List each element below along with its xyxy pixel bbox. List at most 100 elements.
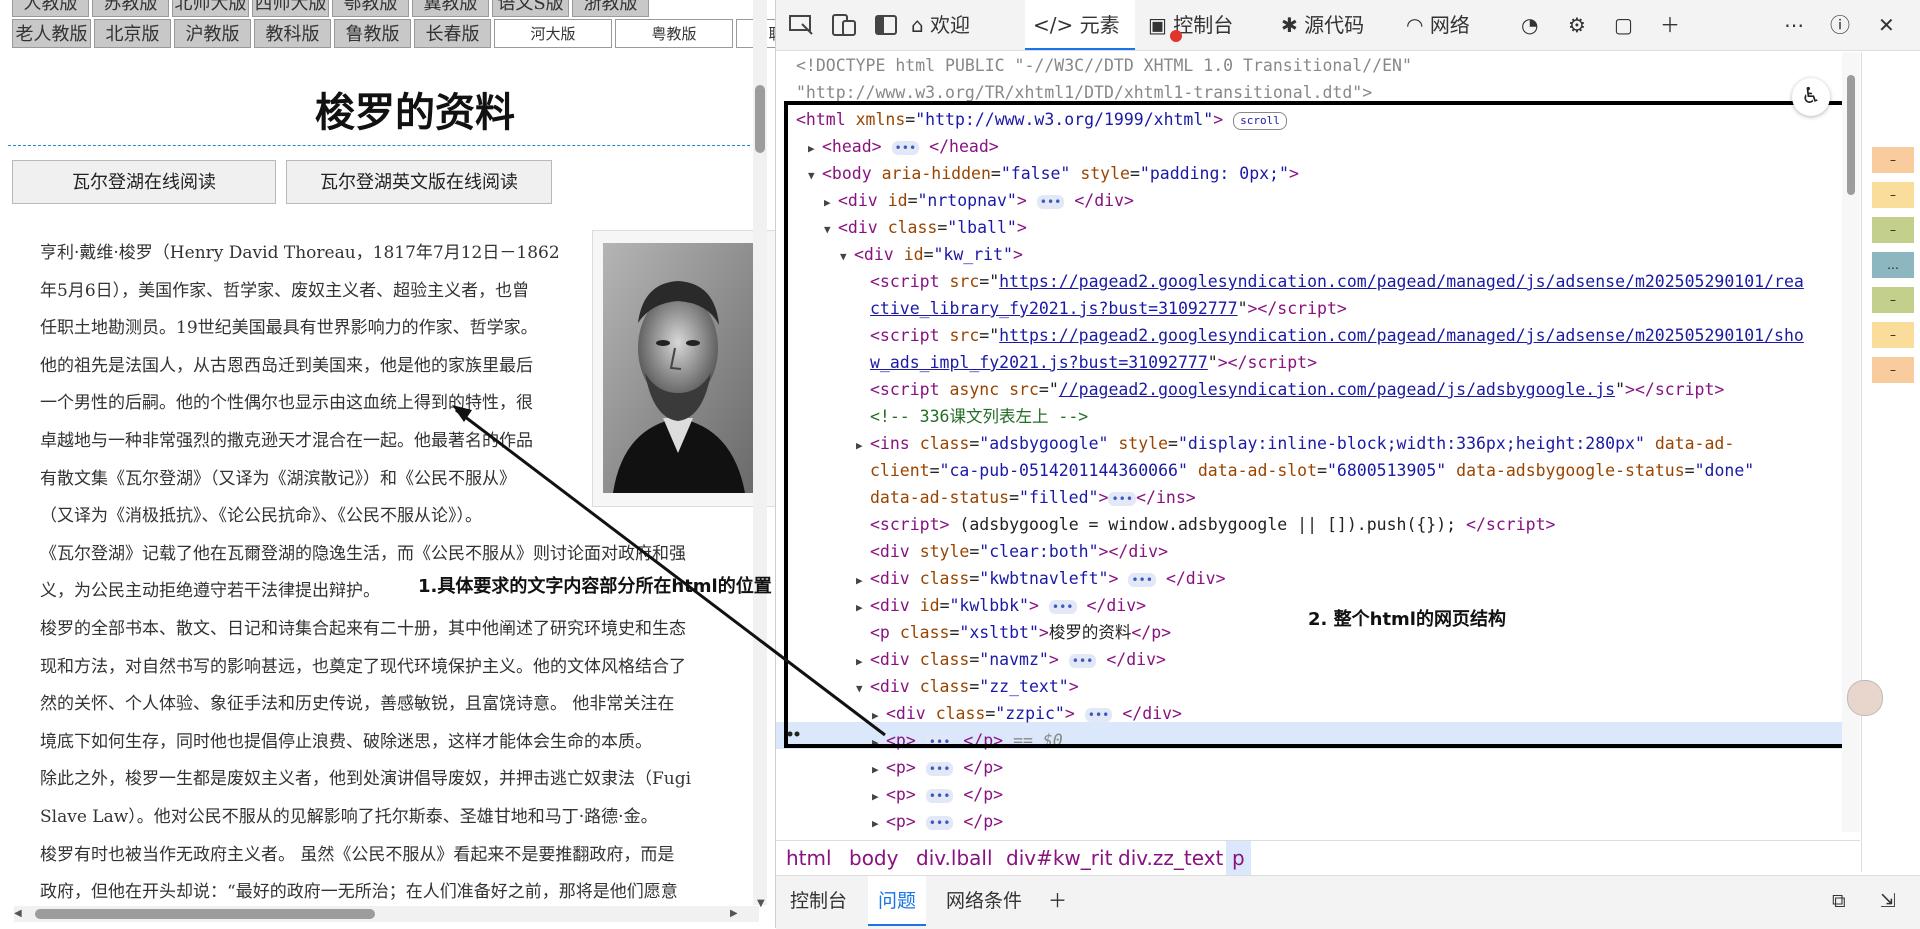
nav-link[interactable]: 河大版	[494, 19, 612, 48]
nav-link[interactable]: 人教版	[12, 0, 89, 17]
dom-node-script[interactable]: <script async src="//pagead2.googlesyndi…	[796, 376, 1846, 403]
ellipsis-icon[interactable]: •••	[925, 761, 954, 776]
tab-network[interactable]: ◠ 网络	[1406, 0, 1506, 50]
script-link[interactable]: https://pagead2.googlesyndication.com/pa…	[999, 326, 1804, 345]
drawer-tab-issues[interactable]: 问题	[868, 876, 927, 926]
ellipsis-icon[interactable]: •••	[1048, 599, 1077, 614]
tab-welcome[interactable]: ⌂ 欢迎	[911, 0, 1021, 50]
nav-link[interactable]: 教科版	[254, 19, 331, 48]
close-drawer-icon[interactable]: ⇲	[1880, 876, 1896, 926]
dom-node-script[interactable]: <script src="https://pagead2.googlesyndi…	[796, 322, 1846, 349]
ellipsis-icon[interactable]: •••	[925, 734, 954, 749]
nav-link[interactable]: 冀教版	[412, 0, 489, 17]
horizontal-scrollbar-thumb[interactable]	[35, 909, 375, 919]
ellipsis-icon[interactable]: •••	[925, 815, 954, 830]
tab-sources[interactable]: ✱ 源代码	[1281, 0, 1401, 50]
script-link[interactable]: ctive_library_fy2021.js?bust=31092777	[870, 299, 1238, 318]
vertical-scrollbar-thumb[interactable]	[755, 85, 765, 153]
nav-link[interactable]: 鲁教版	[334, 19, 411, 48]
dom-node-ins[interactable]: ▶ <ins class="adsbygoogle" style="display…	[796, 430, 1846, 457]
nav-link[interactable]: 长春版	[414, 19, 491, 48]
script-link[interactable]: w_ads_impl_fy2021.js?bust=31092777	[870, 353, 1208, 372]
ellipsis-icon[interactable]: •••	[1108, 491, 1137, 506]
expand-triangle-icon[interactable]: ▶	[856, 594, 870, 621]
drawer-tab-network-conditions[interactable]: 网络条件	[946, 876, 1022, 926]
expand-triangle-icon[interactable]: ▶	[872, 756, 886, 783]
expand-triangle-icon[interactable]: ▶	[872, 702, 886, 729]
application-icon[interactable]: ▢	[1614, 0, 1644, 50]
nav-link[interactable]: 北师大版	[172, 0, 249, 17]
dom-node-html[interactable]: <html xmlns="http://www.w3.org/1999/xhtm…	[796, 106, 1846, 133]
dom-node-p[interactable]: ▶ <p> ••• </p>	[796, 754, 1846, 781]
ellipsis-icon[interactable]: •••	[1084, 707, 1113, 722]
scroll-right-arrow-icon[interactable]: ▶	[730, 908, 738, 919]
avatar-icon[interactable]	[1847, 680, 1883, 716]
memory-icon[interactable]: ⚙	[1568, 0, 1598, 50]
help-icon[interactable]: ⓘ	[1830, 0, 1860, 50]
nav-link[interactable]: 北京版	[94, 19, 171, 48]
expand-triangle-icon[interactable]: ▶	[856, 648, 870, 675]
expand-triangle-icon[interactable]: ▶	[824, 189, 838, 216]
dom-node-div[interactable]: ▶ <div class="navmz"> ••• </div>	[796, 646, 1846, 673]
nav-link[interactable]: 西师大版	[252, 0, 329, 17]
nav-link[interactable]: 苏教版	[92, 0, 169, 17]
collapse-triangle-icon[interactable]: ▼	[840, 243, 854, 270]
breadcrumb-item[interactable]: html	[786, 841, 832, 875]
nav-link[interactable]: 粤教版	[615, 19, 733, 48]
collapse-triangle-icon[interactable]: ▼	[856, 675, 870, 702]
dom-node-script[interactable]: <script src="https://pagead2.googlesyndi…	[796, 268, 1846, 295]
dom-node-script[interactable]: <script> (adsbygoogle = window.adsbygoog…	[796, 511, 1846, 538]
dom-node-div[interactable]: ▶ <div class="kwbtnavleft"> ••• </div>	[796, 565, 1846, 592]
dom-node-div[interactable]: ▼ <div class="zz_text">	[796, 673, 1846, 700]
dom-node-div[interactable]: ▼ <div id="kw_rit">	[796, 241, 1846, 268]
expand-triangle-icon[interactable]: ▶	[872, 729, 886, 756]
dom-node-body[interactable]: ▼ <body aria-hidden="false" style="paddin…	[796, 160, 1846, 187]
breadcrumb-item[interactable]: div#kw_rit	[1006, 841, 1112, 875]
read-english-online-button[interactable]: 瓦尔登湖英文版在线阅读	[286, 160, 552, 204]
ellipsis-icon[interactable]: •••	[1128, 572, 1156, 587]
dom-node-div[interactable]: ▶ <div id="nrtopnav"> ••• </div>	[796, 187, 1846, 214]
script-link[interactable]: //pagead2.googlesyndication.com/pagead/j…	[1059, 380, 1615, 399]
collapse-triangle-icon[interactable]: ▼	[808, 162, 822, 189]
close-devtools-icon[interactable]: ✕	[1878, 0, 1908, 50]
expand-triangle-icon[interactable]: ▶	[808, 135, 822, 162]
dom-node-p[interactable]: ▶ <p> ••• </p>	[796, 808, 1846, 835]
add-drawer-tab-icon[interactable]: ＋	[1048, 876, 1067, 926]
dom-comment[interactable]: <!-- 336课文列表左上 -->	[796, 403, 1846, 430]
breadcrumb-item[interactable]: body	[849, 841, 898, 875]
nav-link[interactable]: 老人教版	[12, 19, 91, 48]
expand-triangle-icon[interactable]: ▶	[872, 810, 886, 837]
ellipsis-icon[interactable]: •••	[925, 788, 954, 803]
collapse-triangle-icon[interactable]: ▼	[824, 216, 838, 243]
dom-node-div[interactable]: ▶ <div class="zzpic"> ••• </div>	[796, 700, 1846, 727]
tab-elements[interactable]: </> 元素	[1025, 0, 1135, 50]
dom-node-p[interactable]: ▶ <p> ••• </p>	[796, 781, 1846, 808]
dom-scrollbar-thumb[interactable]	[1847, 75, 1855, 195]
tab-console[interactable]: ▣ 控制台	[1148, 0, 1268, 50]
dock-icon[interactable]: ⧉	[1832, 876, 1846, 926]
expand-triangle-icon[interactable]: ▶	[856, 432, 870, 459]
expand-triangle-icon[interactable]: ▶	[856, 567, 870, 594]
script-link[interactable]: https://pagead2.googlesyndication.com/pa…	[999, 272, 1804, 291]
ellipsis-icon[interactable]: •••	[891, 140, 920, 155]
toggle-drawer-icon[interactable]	[874, 0, 904, 50]
more-options-icon[interactable]: ⋯	[1784, 0, 1814, 50]
dom-node-p-selected[interactable]: ▶ <p> ••• </p> == $0	[796, 727, 1846, 754]
device-emulation-icon[interactable]	[831, 0, 861, 50]
ellipsis-icon[interactable]: •••	[1068, 653, 1097, 668]
breadcrumb-item[interactable]: div.lball	[916, 841, 993, 875]
expand-triangle-icon[interactable]: ▶	[872, 783, 886, 810]
nav-link[interactable]: 浙教版	[572, 0, 649, 17]
dom-node-div[interactable]: ▼ <div class="lball">	[796, 214, 1846, 241]
performance-icon[interactable]: ◔	[1521, 0, 1551, 50]
nav-link[interactable]: 鄂教版	[332, 0, 409, 17]
scroll-badge[interactable]: scroll	[1233, 111, 1287, 130]
nav-link[interactable]: 语文S版	[492, 0, 569, 17]
dom-node-head[interactable]: ▶ <head> ••• </head>	[796, 133, 1846, 160]
breadcrumb-item-active[interactable]: p	[1226, 841, 1251, 875]
drawer-tab-console[interactable]: 控制台	[790, 876, 847, 926]
ellipsis-icon[interactable]: •••	[1036, 194, 1065, 209]
nav-link[interactable]: 沪教版	[174, 19, 251, 48]
inspect-element-icon[interactable]	[788, 0, 818, 50]
breadcrumb-item[interactable]: div.zz_text	[1118, 841, 1223, 875]
